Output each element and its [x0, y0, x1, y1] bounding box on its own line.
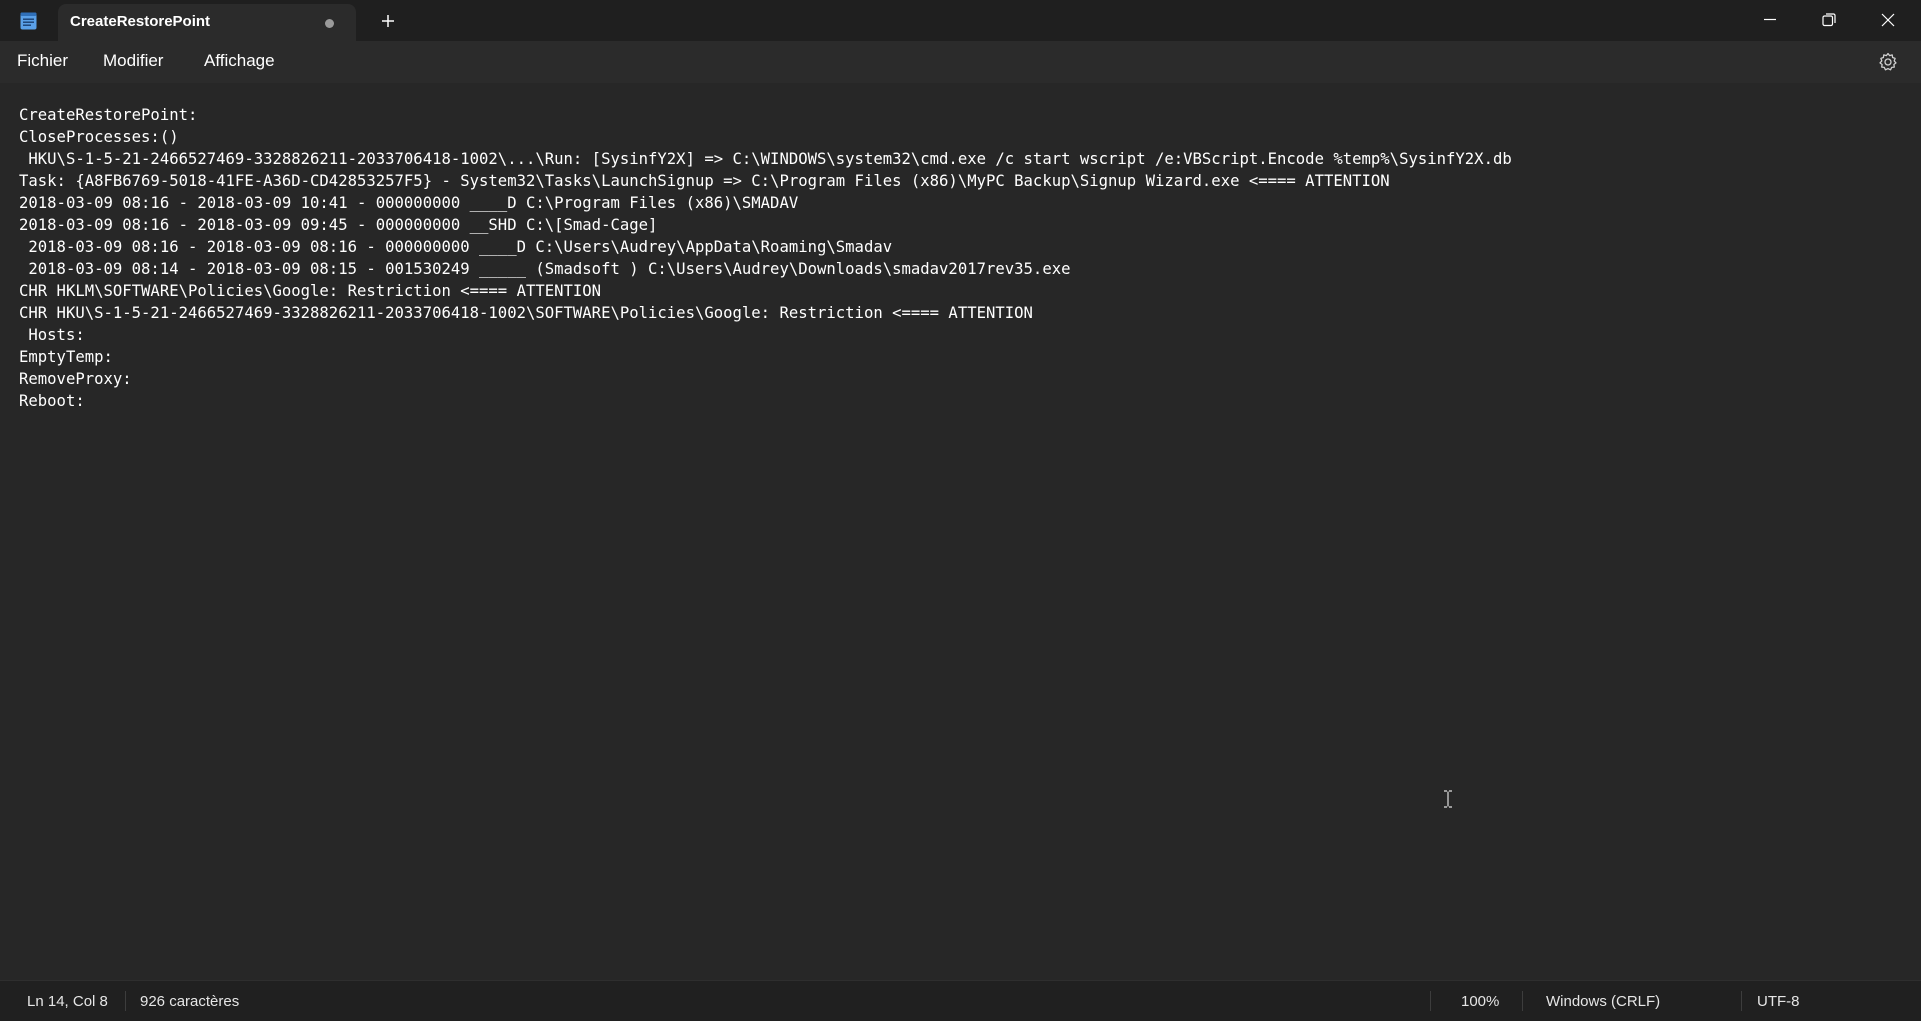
status-divider [1741, 991, 1742, 1011]
notepad-window: CreateRestorePoint Fichier Modifier Affi… [0, 0, 1921, 1021]
editor-line[interactable]: 2018-03-09 08:16 - 2018-03-09 10:41 - 00… [19, 192, 1512, 214]
character-count: 926 caractères [140, 993, 240, 1010]
editor-line[interactable]: 2018-03-09 08:16 - 2018-03-09 08:16 - 00… [19, 236, 1512, 258]
editor-line[interactable]: CloseProcesses:() [19, 126, 1512, 148]
editor-line[interactable]: 2018-03-09 08:14 - 2018-03-09 08:15 - 00… [19, 258, 1512, 280]
text-editor[interactable]: CreateRestorePoint: CloseProcesses:() HK… [0, 83, 1921, 980]
restore-button[interactable] [1800, 0, 1858, 41]
zoom-level[interactable]: 100% [1461, 993, 1499, 1010]
editor-line[interactable]: Reboot: [19, 390, 1512, 412]
tab-create-restore-point[interactable]: CreateRestorePoint [58, 4, 356, 41]
editor-content[interactable]: CreateRestorePoint: CloseProcesses:() HK… [19, 104, 1512, 412]
title-bar[interactable]: CreateRestorePoint [0, 0, 1921, 41]
status-divider [1522, 991, 1523, 1011]
editor-line[interactable]: 2018-03-09 08:16 - 2018-03-09 09:45 - 00… [19, 214, 1512, 236]
editor-line[interactable]: RemoveProxy: [19, 368, 1512, 390]
editor-line[interactable]: HKU\S-1-5-21-2466527469-3328826211-20337… [19, 148, 1511, 170]
menu-affichage[interactable]: Affichage [204, 51, 275, 71]
encoding[interactable]: UTF-8 [1757, 993, 1800, 1010]
status-divider [125, 991, 126, 1011]
close-button[interactable] [1859, 0, 1917, 41]
menu-modifier[interactable]: Modifier [103, 51, 163, 71]
unsaved-dot-icon[interactable] [325, 19, 334, 28]
status-bar: Ln 14, Col 8 926 caractères 100% Windows… [0, 980, 1921, 1021]
editor-line[interactable]: CHR HKU\S-1-5-21-2466527469-3328826211-2… [19, 302, 1512, 324]
cursor-position[interactable]: Ln 14, Col 8 [27, 993, 108, 1010]
tab-title: CreateRestorePoint [70, 13, 211, 30]
editor-line[interactable]: Task: {A8FB6769-5018-41FE-A36D-CD4285325… [19, 170, 1512, 192]
editor-line[interactable]: EmptyTemp: [19, 346, 1512, 368]
new-tab-button[interactable] [374, 8, 402, 34]
notepad-icon [20, 12, 37, 30]
line-ending[interactable]: Windows (CRLF) [1546, 993, 1660, 1010]
plus-icon [382, 15, 394, 27]
restore-icon [1822, 13, 1836, 27]
editor-line[interactable]: CHR HKLM\SOFTWARE\Policies\Google: Restr… [19, 280, 1512, 302]
minimize-button[interactable] [1741, 0, 1799, 41]
minimize-icon [1764, 18, 1776, 21]
close-icon [1881, 13, 1895, 27]
gear-icon[interactable] [1877, 51, 1899, 73]
menu-fichier[interactable]: Fichier [17, 51, 68, 71]
status-divider [1430, 991, 1431, 1011]
text-cursor-icon [1444, 790, 1452, 808]
editor-line[interactable]: Hosts: [19, 324, 1512, 346]
editor-line[interactable]: CreateRestorePoint: [19, 104, 1512, 126]
menu-bar: Fichier Modifier Affichage [0, 41, 1921, 83]
